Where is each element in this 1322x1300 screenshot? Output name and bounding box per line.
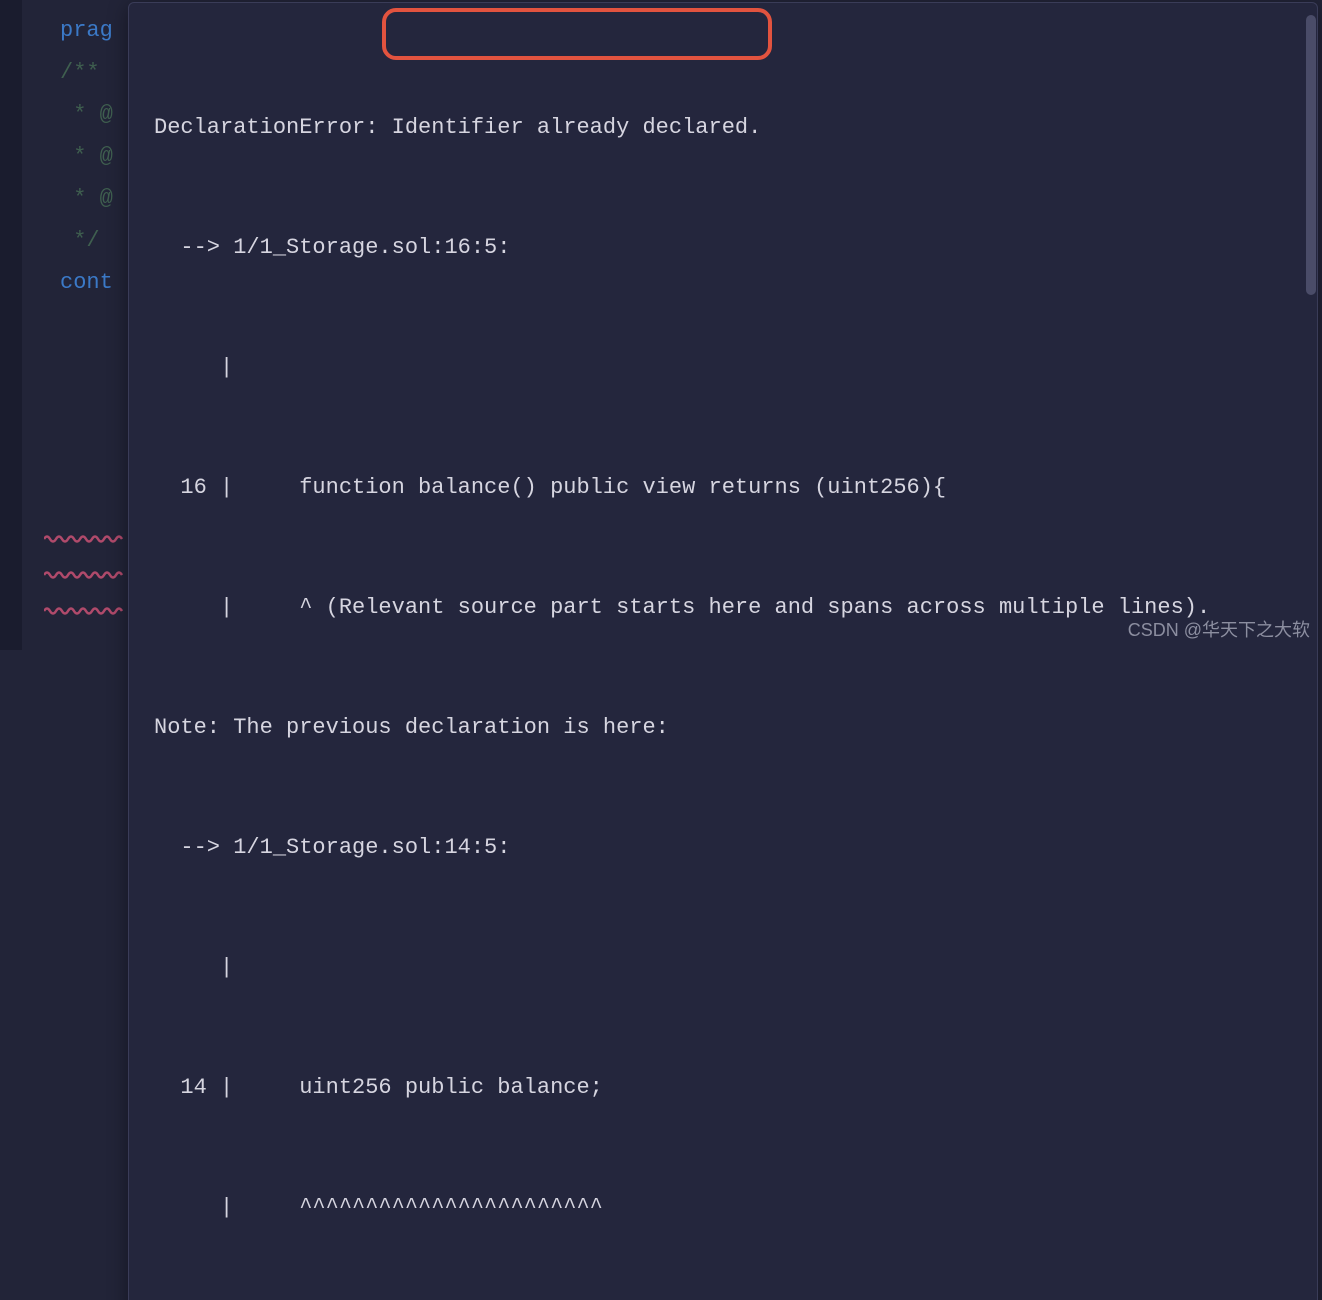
- token-keyword: prag: [60, 18, 113, 43]
- error-message-highlight: Identifier already declared.: [392, 115, 762, 140]
- tooltip-line: 14 | uint256 public balance;: [154, 1068, 1292, 1108]
- token-comment: * @: [60, 102, 113, 127]
- line-gutter: [0, 0, 22, 650]
- tooltip-line: |: [154, 348, 1292, 388]
- error-tooltip[interactable]: DeclarationError: Identifier already dec…: [128, 2, 1318, 1300]
- tooltip-line: --> 1/1_Storage.sol:16:5:: [154, 228, 1292, 268]
- error-squiggle: [44, 606, 124, 616]
- tooltip-line: |: [154, 948, 1292, 988]
- error-squiggle: [44, 534, 124, 544]
- tooltip-line: | ^^^^^^^^^^^^^^^^^^^^^^^: [154, 1188, 1292, 1228]
- token-keyword: cont: [60, 270, 113, 295]
- token-comment: * @: [60, 186, 113, 211]
- tooltip-line: --> 1/1_Storage.sol:14:5:: [154, 828, 1292, 868]
- tooltip-line: 16 | function balance() public view retu…: [154, 468, 1292, 508]
- tooltip-line: DeclarationError: Identifier already dec…: [154, 108, 1292, 148]
- token-comment: * @: [60, 144, 113, 169]
- tooltip-line: Note: The previous declaration is here:: [154, 708, 1292, 748]
- tooltip-scrollbar[interactable]: [1303, 3, 1317, 473]
- tooltip-line: | ^ (Relevant source part starts here an…: [154, 588, 1292, 628]
- watermark: CSDN @华天下之大软: [1128, 616, 1310, 642]
- error-squiggle: [44, 570, 124, 580]
- token-comment: /**: [60, 60, 100, 85]
- scrollbar-thumb[interactable]: [1306, 15, 1316, 295]
- token-comment: */: [60, 228, 100, 253]
